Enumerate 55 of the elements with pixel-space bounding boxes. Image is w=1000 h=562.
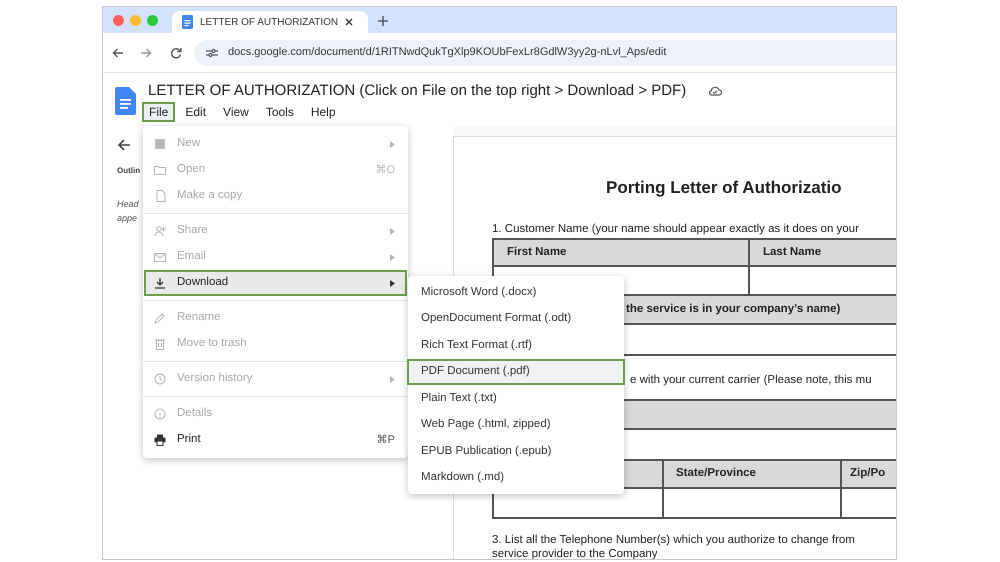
pencil-icon — [154, 312, 166, 324]
table-header-cell: State/Province — [664, 461, 842, 487]
menu-item[interactable]: EPUB Publication (.epub) — [407, 438, 625, 464]
folder-icon — [154, 164, 166, 176]
docs-logo-icon — [115, 87, 136, 115]
question-text: e with your current carrier (Please note, this mu — [629, 372, 873, 388]
menu-item[interactable]: Download — [144, 270, 407, 296]
question-text: 1. Customer Name (your name should appear exactly as it does on your — [492, 222, 860, 236]
printer-icon — [154, 434, 166, 446]
menu-item[interactable]: File — [142, 102, 176, 122]
table-header-cell-text: Last Name — [762, 244, 822, 260]
cloud-icon[interactable] — [708, 86, 722, 96]
document-icon — [182, 15, 193, 29]
envelope-icon — [154, 251, 166, 263]
reload-icon[interactable] — [170, 46, 182, 58]
back-icon[interactable] — [112, 46, 124, 58]
menu-item[interactable]: Microsoft Word (.docx) — [407, 279, 625, 306]
shortcut-text: ⌘P — [376, 432, 395, 448]
close-icon[interactable] — [345, 18, 353, 26]
menu-item[interactable]: Edit — [178, 102, 214, 122]
copy-icon — [154, 190, 166, 202]
menu-item[interactable]: View — [216, 102, 256, 122]
menu-item[interactable]: Rich Text Format (.rtf) — [407, 332, 625, 358]
site-settings-icon[interactable] — [206, 48, 218, 58]
document-title[interactable]: LETTER OF AUTHORIZATION (Click on File on the top right > Download > PDF) — [148, 80, 686, 102]
menu-item[interactable]: Plain Text (.txt) — [407, 385, 625, 412]
shortcut-text: ⌘O — [375, 162, 395, 178]
table-header-cell-text: Zip/Po — [849, 466, 886, 482]
menu-item[interactable]: Print ⌘P — [144, 427, 407, 453]
table-header-cell-text: the service is in your company’s name) — [626, 302, 840, 317]
menu-item[interactable]: Tools — [258, 102, 301, 122]
tab-title: LETTER OF AUTHORIZATION — [200, 16, 338, 30]
new-tab-icon[interactable] — [378, 16, 388, 26]
info-icon — [154, 408, 166, 420]
back-arrow-icon[interactable] — [117, 138, 131, 152]
menu-item[interactable]: Help — [304, 102, 343, 122]
letter-heading: Porting Letter of Authorizatio — [605, 177, 842, 199]
forward-icon[interactable] — [140, 46, 152, 58]
menu-item[interactable]: Markdown (.md) — [407, 464, 625, 491]
add-person-icon — [154, 225, 166, 237]
hint-text: Head — [117, 198, 140, 211]
table-header-cell: First Name — [494, 240, 750, 265]
url-text: docs.google.com/document/d/1RITNwdQukTgXlp9KOUbFexLr8GdlW3yy2g-nLvl_Aps/edit — [228, 45, 666, 60]
menu-item[interactable]: Web Page (.html, zipped) — [407, 412, 625, 438]
browser-tab[interactable]: LETTER OF AUTHORIZATION — [172, 11, 368, 33]
hint-text: appe — [117, 212, 138, 225]
new-document-icon — [154, 138, 166, 150]
address-bar[interactable]: docs.google.com/document/d/1RITNwdQukTgXlp9KOUbFexLr8GdlW3yy2g-nLvl_Aps/edit — [194, 40, 896, 66]
question-text: 3. List all the Telephone Number(s) which you authorize to change from — [492, 533, 856, 547]
clock-icon — [154, 373, 166, 385]
download-icon — [154, 277, 166, 289]
outline-label: Outlin — [117, 165, 140, 177]
trash-icon — [154, 338, 166, 350]
menu-item[interactable]: OpenDocument Format (.odt) — [407, 306, 625, 332]
menu-item[interactable]: PDF Document (.pdf) — [407, 358, 625, 385]
